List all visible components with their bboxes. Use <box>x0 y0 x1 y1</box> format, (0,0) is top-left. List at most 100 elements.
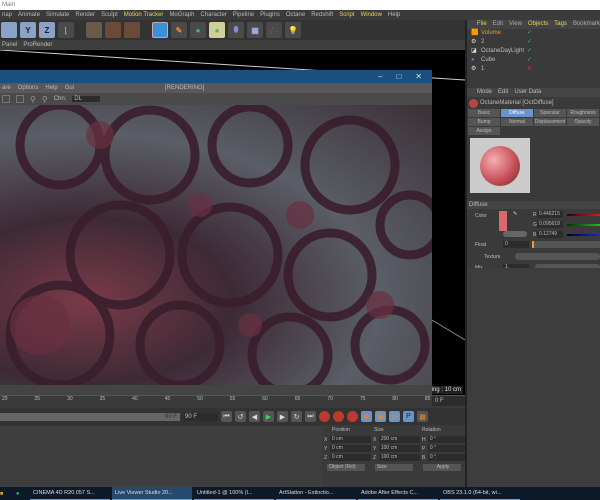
key-position-button[interactable]: ✥ <box>361 411 372 422</box>
objects-menu-tags[interactable]: Tags <box>554 20 567 29</box>
cloner-button[interactable]: ● <box>209 22 225 38</box>
floor-button[interactable]: ▦ <box>247 22 263 38</box>
blue-field[interactable]: 0.12749 <box>537 231 563 238</box>
channel-select[interactable]: DL <box>72 96 101 102</box>
pin-icon[interactable]: ⚲ <box>30 95 36 104</box>
menu-render[interactable]: Render <box>75 10 95 20</box>
tab-assign[interactable]: Assign <box>468 127 500 135</box>
menu-redshift[interactable]: Redshift <box>311 10 333 20</box>
keyframe-selection-button[interactable] <box>347 411 358 422</box>
y-axis-lock-button[interactable]: Y <box>20 22 36 38</box>
render-view-button[interactable] <box>86 22 102 38</box>
eyedropper-icon[interactable]: ✎ <box>513 211 517 217</box>
end-frame-field[interactable]: 90 F <box>183 412 218 421</box>
float-field[interactable]: 0 <box>503 241 529 248</box>
tab-displacement[interactable]: Displacement <box>534 118 566 126</box>
tab-normal[interactable]: Normal <box>501 118 533 126</box>
x-axis-lock-button[interactable] <box>1 22 17 38</box>
spotify-icon[interactable]: ● <box>16 491 28 497</box>
tab-specular[interactable]: Specular <box>534 109 566 117</box>
current-frame-field[interactable]: 0 F <box>432 396 465 406</box>
tab-basic[interactable]: Basic <box>468 109 500 117</box>
object-item[interactable]: 🟧 Volume ✓ <box>467 29 600 38</box>
objects-menu-edit[interactable]: Edit <box>493 20 503 29</box>
color-mode-button[interactable] <box>503 231 527 237</box>
menu-compare[interactable]: are <box>2 83 11 93</box>
visibility-check[interactable]: ✓ <box>527 29 532 38</box>
spline-pen-button[interactable]: ✎ <box>171 22 187 38</box>
close-button[interactable]: ✕ <box>415 70 422 83</box>
menu-options[interactable]: Options <box>18 83 39 93</box>
menu-mode[interactable]: Mode <box>477 88 492 97</box>
menu-octane[interactable]: Octane <box>286 10 305 20</box>
key-scale-button[interactable]: ▣ <box>375 411 386 422</box>
deformer-button[interactable]: ⬮ <box>228 22 244 38</box>
subdivision-button[interactable]: ● <box>190 22 206 38</box>
visibility-check[interactable]: ✓ <box>527 47 532 56</box>
tab-opacity[interactable]: Opacity <box>567 118 599 126</box>
next-key-button[interactable]: ↻ <box>291 411 302 422</box>
z-axis-lock-button[interactable]: Z <box>39 22 55 38</box>
position-field[interactable]: 0 cm <box>329 436 371 443</box>
next-frame-button[interactable]: ▶ <box>277 411 288 422</box>
size-field[interactable]: 100 cm <box>378 454 420 461</box>
menu-simulate[interactable]: Simulate <box>46 10 69 20</box>
visibility-check[interactable]: ✕ <box>527 65 532 74</box>
timeline-range-slider[interactable]: 90 F <box>0 412 180 421</box>
size-field[interactable]: 100 cm <box>378 445 420 452</box>
apply-button[interactable]: Apply <box>423 464 461 471</box>
rotation-field[interactable]: 0 ° <box>427 454 465 461</box>
taskbar-item[interactable]: Untitled-1 @ 100% (l... <box>194 487 274 500</box>
record-button[interactable] <box>319 411 330 422</box>
menu-sculpt[interactable]: Sculpt <box>101 10 118 20</box>
menu-motion-tracker[interactable]: Motion Tracker <box>124 10 164 20</box>
green-field[interactable]: 0.095618 <box>537 221 563 228</box>
float-slider[interactable] <box>532 241 600 248</box>
object-item[interactable]: ◪ OctaneDayLight ✓ <box>467 47 600 56</box>
rotation-field[interactable]: 0 ° <box>427 436 465 443</box>
red-field[interactable]: 0.446215 <box>537 211 563 218</box>
menu-edit[interactable]: Edit <box>498 88 508 97</box>
taskbar-item[interactable]: Adobe After Effects C... <box>358 487 438 500</box>
objects-menu-file[interactable]: File <box>477 20 487 29</box>
previous-key-button[interactable]: ↺ <box>235 411 246 422</box>
blue-slider[interactable] <box>567 234 600 236</box>
objects-menu-view[interactable]: View <box>509 20 522 29</box>
coordinate-system-icon[interactable]: ⌊ <box>58 22 74 38</box>
menu-nap[interactable]: nap <box>2 10 12 20</box>
go-to-end-button[interactable]: ⏭ <box>305 411 316 422</box>
red-slider[interactable] <box>567 214 600 216</box>
menu-help[interactable]: Help <box>388 10 400 20</box>
size-field[interactable]: 200 cm <box>378 436 420 443</box>
coordinate-mode-select[interactable]: Object (Rel) <box>327 464 365 471</box>
object-item[interactable]: ● Cube ✓ <box>467 56 600 65</box>
taskbar-item[interactable]: ArtStation - Extinctio... <box>276 487 356 500</box>
rotation-field[interactable]: 0 ° <box>427 445 465 452</box>
menu-pipeline[interactable]: Pipeline <box>233 10 254 20</box>
light-button[interactable]: 💡 <box>285 22 301 38</box>
menu-plugins[interactable]: Plugins <box>260 10 280 20</box>
region2-icon[interactable] <box>16 95 24 103</box>
key-rotation-button[interactable]: ⟳ <box>389 411 400 422</box>
prorender-menu[interactable]: ProRender <box>23 40 52 50</box>
timeline-ruler[interactable]: 202530354045505560657075808590 <box>0 395 465 408</box>
color-swatch[interactable] <box>499 211 507 231</box>
object-item[interactable]: ⚙ 1 ✕ <box>467 65 600 74</box>
taskbar-item[interactable]: OBS 23.1.0 (64-bit, wi... <box>440 487 520 500</box>
maximize-button[interactable]: □ <box>396 70 401 83</box>
green-slider[interactable] <box>567 224 600 226</box>
tab-roughness[interactable]: Roughness <box>567 109 599 117</box>
tray-icon[interactable]: ■ <box>0 491 14 497</box>
menu-mograph[interactable]: MoGraph <box>169 10 194 20</box>
objects-menu-objects[interactable]: Objects <box>528 20 548 29</box>
panel-menu[interactable]: Panel <box>2 40 17 50</box>
cube-object-button[interactable] <box>152 22 168 38</box>
texture-slot[interactable] <box>515 253 600 260</box>
visibility-check[interactable]: ✓ <box>527 38 532 47</box>
region-icon[interactable] <box>2 95 10 103</box>
taskbar-item[interactable]: CINEMA 4D R20.057 S... <box>30 487 110 500</box>
tab-diffuse[interactable]: Diffuse <box>501 109 533 117</box>
menu-user-data[interactable]: User Data <box>514 88 541 97</box>
previous-frame-button[interactable]: ◀ <box>249 411 260 422</box>
visibility-check[interactable]: ✓ <box>527 56 532 65</box>
